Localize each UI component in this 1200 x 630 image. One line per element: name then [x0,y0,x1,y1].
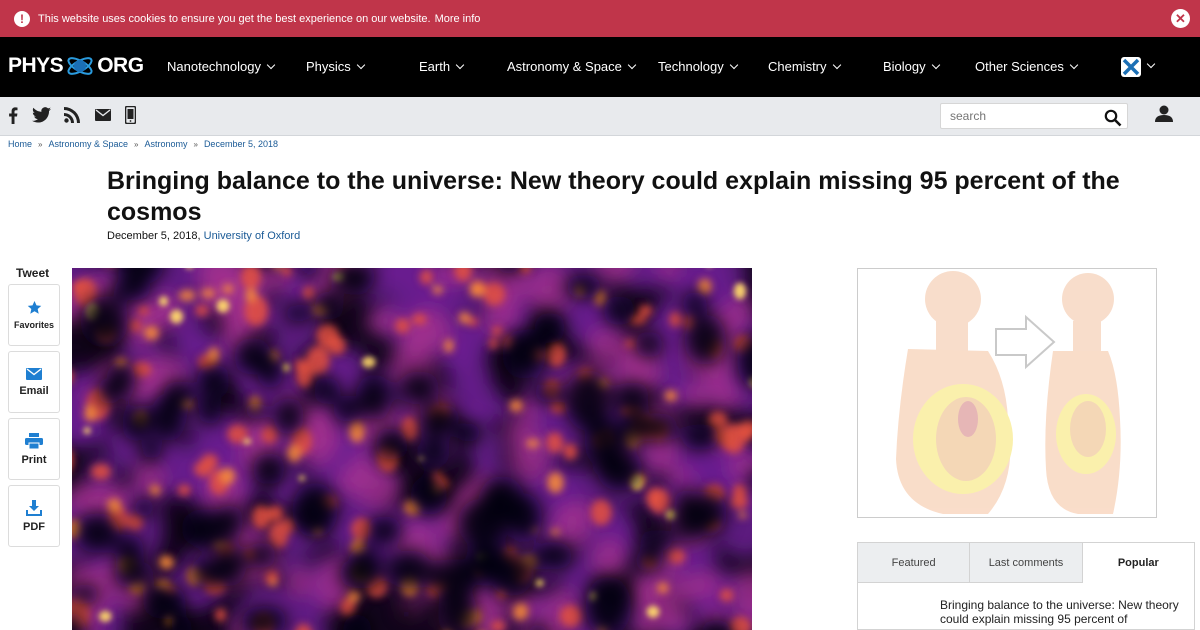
rss-icon[interactable] [64,107,80,123]
email-label: Email [19,384,49,397]
chevron-down-icon [832,60,841,70]
nav-label: Earth [419,59,451,74]
nav-label: Nanotechnology [167,59,261,74]
chevron-down-icon [455,60,465,70]
breadcrumb: Home » Astronomy & Space » Astronomy » D… [8,139,278,149]
nav-label: Physics [306,59,351,74]
nav-item-technology[interactable]: Technology [658,59,739,74]
user-icon[interactable] [1155,105,1173,123]
mobile-icon[interactable] [125,106,136,124]
article-title: Bringing balance to the universe: New th… [107,167,1120,226]
article-date: December 5, 2018, [107,230,201,242]
advertisement-image[interactable] [857,268,1157,518]
tweet-button[interactable]: Tweet [16,266,49,280]
search-input[interactable] [940,103,1128,129]
warning-icon: ! [14,10,30,27]
download-icon [26,499,42,516]
breadcrumb-home[interactable]: Home [8,139,32,149]
pdf-label: PDF [23,520,45,533]
nav-item-nanotechnology[interactable]: Nanotechnology [167,59,276,74]
search-icon[interactable] [1104,109,1122,127]
breadcrumb-date[interactable]: December 5, 2018 [204,139,278,149]
printer-icon [25,432,43,449]
nav-item-biology[interactable]: Biology [883,59,940,74]
nav-item-astronomy-space[interactable]: Astronomy & Space [507,59,637,74]
email-button[interactable]: Email [8,351,60,413]
network-icon [1121,57,1141,77]
print-label: Print [21,453,47,466]
nav-label: Biology [883,59,926,74]
chevron-down-icon [627,60,637,70]
twitter-icon[interactable] [32,107,51,123]
site-logo[interactable]: PHYS ORG [8,51,144,81]
chevron-down-icon [1146,60,1156,69]
chevron-down-icon [729,60,739,70]
popular-article-link[interactable]: Bringing balance to the universe: New th… [940,598,1190,626]
top-navigation: PHYS ORG Nanotechnology Physics Earth As… [0,37,1200,97]
article-main-image[interactable] [72,268,752,630]
nav-label: Chemistry [768,59,827,74]
tab-last-comments[interactable]: Last comments [970,543,1083,583]
atom-icon [67,57,93,75]
cookie-text: This website uses cookies to ensure you … [38,12,431,25]
pdf-button[interactable]: PDF [8,485,60,547]
star-icon [27,300,41,314]
chevron-right-icon: » [38,139,43,149]
chevron-down-icon [266,60,276,70]
favorites-label: Favorites [13,320,55,330]
nav-item-earth[interactable]: Earth [419,59,465,74]
social-bar [0,97,1200,136]
article-dateline: December 5, 2018, University of Oxford [107,230,300,242]
nav-label: Astronomy & Space [507,59,622,74]
cookie-more-info-link[interactable]: More info [435,13,481,25]
close-icon[interactable]: ✕ [1171,9,1190,28]
cookie-banner: ! This website uses cookies to ensure yo… [0,0,1200,37]
breadcrumb-astronomy-space[interactable]: Astronomy & Space [48,139,128,149]
logo-text-right: ORG [97,54,144,77]
sidebar-tabs: Featured Last comments Popular Bringing … [857,542,1195,630]
chevron-down-icon [931,60,940,70]
breadcrumb-astronomy[interactable]: Astronomy [144,139,187,149]
mail-icon [26,367,42,380]
nav-item-chemistry[interactable]: Chemistry [768,59,841,74]
nav-label: Technology [658,59,724,74]
network-menu[interactable] [1121,57,1156,77]
chevron-right-icon: » [193,139,198,149]
logo-text-left: PHYS [8,54,64,77]
article-source-link[interactable]: University of Oxford [204,230,301,242]
nav-label: Other Sciences [975,59,1064,74]
nav-item-physics[interactable]: Physics [306,59,366,74]
mail-icon[interactable] [95,109,111,121]
chevron-down-icon [356,60,366,70]
chevron-down-icon [1069,60,1079,70]
tab-featured[interactable]: Featured [858,543,971,583]
density-map-image [72,268,752,630]
facebook-icon[interactable] [8,107,18,124]
tab-popular[interactable]: Popular [1082,543,1194,583]
chevron-right-icon: » [134,139,139,149]
body-illustration-image [858,269,1156,517]
favorites-button[interactable]: Favorites [8,284,60,346]
print-button[interactable]: Print [8,418,60,480]
nav-item-other-sciences[interactable]: Other Sciences [975,59,1079,74]
